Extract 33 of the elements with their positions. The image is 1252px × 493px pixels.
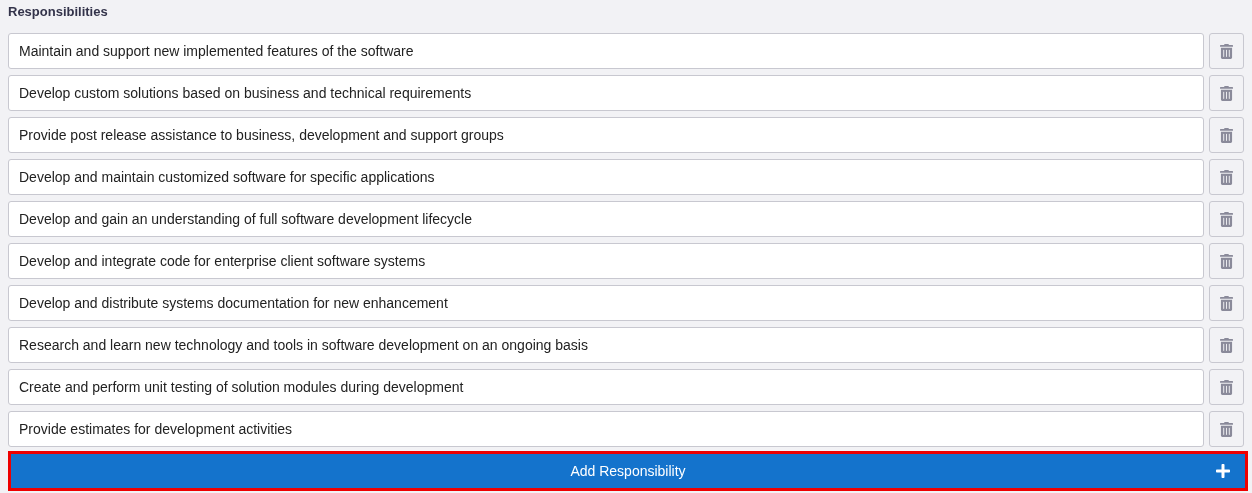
delete-button[interactable] [1209, 117, 1244, 153]
responsibility-field[interactable]: Develop custom solutions based on business and technical requirements [8, 75, 1204, 111]
responsibility-field[interactable]: Research and learn new technology and tools in software development on an ongoing basis [8, 327, 1204, 363]
trash-icon [1220, 169, 1233, 185]
responsibility-field[interactable]: Develop and integrate code for enterprise client software systems [8, 243, 1204, 279]
trash-icon [1220, 253, 1233, 269]
delete-button[interactable] [1209, 159, 1244, 195]
trash-icon [1220, 337, 1233, 353]
trash-icon [1220, 85, 1233, 101]
plus-icon [1215, 463, 1231, 479]
responsibility-field[interactable]: Provide post release assistance to business, development and support groups [8, 117, 1204, 153]
trash-icon [1220, 211, 1233, 227]
trash-icon [1220, 127, 1233, 143]
delete-button[interactable] [1209, 243, 1244, 279]
delete-button[interactable] [1209, 75, 1244, 111]
responsibility-field[interactable]: Maintain and support new implemented features of the software [8, 33, 1204, 69]
responsibility-field[interactable]: Provide estimates for development activities [8, 411, 1204, 447]
trash-icon [1220, 379, 1233, 395]
section-title: Responsibilities [8, 4, 109, 21]
responsibility-field[interactable]: Develop and gain an understanding of full software development lifecycle [8, 201, 1204, 237]
add-responsibility-button[interactable]: Add Responsibility [8, 451, 1248, 491]
trash-icon [1220, 43, 1233, 59]
delete-button[interactable] [1209, 285, 1244, 321]
trash-icon [1220, 295, 1233, 311]
responsibility-field[interactable]: Develop and maintain customized software for specific applications [8, 159, 1204, 195]
delete-button[interactable] [1209, 411, 1244, 447]
delete-button[interactable] [1209, 327, 1244, 363]
trash-icon [1220, 421, 1233, 437]
delete-button[interactable] [1209, 369, 1244, 405]
responsibility-field[interactable]: Create and perform unit testing of solution modules during development [8, 369, 1204, 405]
delete-button[interactable] [1209, 201, 1244, 237]
responsibility-field[interactable]: Develop and distribute systems documentation for new enhancement [8, 285, 1204, 321]
delete-button[interactable] [1209, 33, 1244, 69]
